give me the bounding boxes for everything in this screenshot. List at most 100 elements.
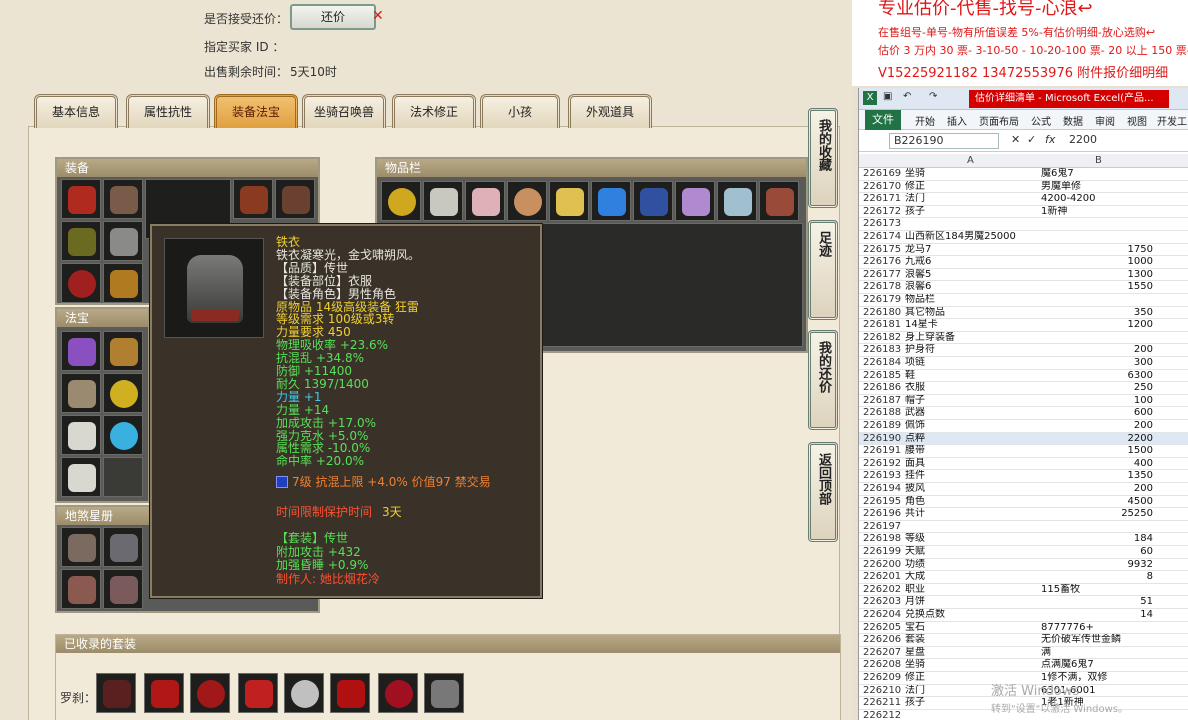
tab-child[interactable]: 小孩 [480,94,560,128]
undo-icon[interactable]: ↶ [903,91,911,102]
cell-a[interactable]: 坐骑 [905,168,1033,180]
cell-a[interactable]: 等级 [905,533,1033,545]
cell-b[interactable]: 184 [1041,533,1153,545]
tab-appearance[interactable]: 外观道具 [568,94,652,128]
tab-basic-info[interactable]: 基本信息 [34,94,118,128]
cell-b[interactable]: 6300 [1041,370,1153,382]
cell-b[interactable]: 1550 [1041,281,1153,293]
ribbon-tab-developer[interactable]: 开发工 [1157,113,1187,128]
cell-a[interactable]: 帽子 [905,395,1033,407]
ribbon-tab-file[interactable]: 文件 [865,110,901,130]
ribbon-tab-insert[interactable]: 插入 [947,113,967,128]
inventory-slot[interactable] [759,181,799,221]
cell-b[interactable]: 1200 [1041,319,1153,331]
suit-item[interactable] [330,673,370,713]
cell-a[interactable]: 披风 [905,483,1033,495]
cell-a[interactable]: 月饼 [905,596,1033,608]
ribbon-tab-formulas[interactable]: 公式 [1031,113,1051,128]
cell-b[interactable]: 250 [1041,382,1153,394]
cell-a[interactable]: 共计 [905,508,1033,520]
haggle-button[interactable]: 还价 [290,4,376,30]
inventory-slot[interactable] [591,181,631,221]
cell-a[interactable]: 浪馨6 [905,281,1033,293]
suit-item[interactable] [284,673,324,713]
function-icon[interactable]: fx [1045,133,1055,146]
tab-mounts[interactable]: 坐骑召唤兽 [302,94,386,128]
footprints-button[interactable]: 足迹 [808,220,838,320]
formula-input[interactable]: 2200 [1069,133,1097,146]
cancel-icon[interactable]: ✕ [1011,133,1020,146]
cell-a[interactable]: 其它物品 [905,307,1033,319]
equip-slot-pendant[interactable] [275,179,315,219]
cell-a[interactable]: 宝石 [905,622,1033,634]
treasure-slot[interactable] [103,373,143,413]
cell-b[interactable]: 无价破军传世金鳞 [1041,634,1153,646]
suit-item[interactable] [144,673,184,713]
cell-b[interactable]: 200 [1041,483,1153,495]
cell-b[interactable]: 200 [1041,420,1153,432]
cell-a[interactable]: 天赋 [905,546,1033,558]
cell-b[interactable]: 600 [1041,407,1153,419]
equip-slot-mask[interactable] [233,179,273,219]
ribbon-tab-home[interactable]: 开始 [915,113,935,128]
tab-spell-correction[interactable]: 法术修正 [392,94,476,128]
cell-b[interactable]: 9932 [1041,559,1153,571]
ribbon-tab-layout[interactable]: 页面布局 [979,113,1019,128]
cell-b[interactable]: 1350 [1041,470,1153,482]
redo-icon[interactable]: ↷ [929,91,937,102]
cell-a[interactable]: 物品栏 [905,294,1033,306]
cell-a[interactable]: 九戒6 [905,256,1033,268]
equip-slot-weapon[interactable] [61,221,101,261]
cell-b[interactable]: 点满魔6鬼7 [1041,659,1153,671]
row-number[interactable]: 226197 [863,521,913,533]
cell-a[interactable]: 鞋 [905,370,1033,382]
my-favorites-button[interactable]: 我的收藏 [808,108,838,208]
equip-slot-cape[interactable] [61,179,101,219]
star-card[interactable] [61,569,101,609]
cell-b[interactable]: 200 [1041,344,1153,356]
ribbon-tab-review[interactable]: 审阅 [1095,113,1115,128]
treasure-slot[interactable] [61,331,101,371]
cell-a[interactable]: 14星卡 [905,319,1033,331]
cell-a[interactable]: 孩子 [905,206,1033,218]
cell-b[interactable]: 300 [1041,357,1153,369]
cell-a[interactable]: 佩饰 [905,420,1033,432]
tab-attributes[interactable]: 属性抗性 [126,94,210,128]
cell-b[interactable]: 350 [1041,307,1153,319]
suit-item[interactable] [190,673,230,713]
cell-b[interactable]: 1300 [1041,269,1153,281]
cell-a[interactable]: 龙马7 [905,244,1033,256]
cell-a[interactable]: 兑换点数 [905,609,1033,621]
inventory-slot[interactable] [675,181,715,221]
treasure-slot[interactable] [103,415,143,455]
inventory-slot[interactable] [549,181,589,221]
cell-b[interactable]: 25250 [1041,508,1153,520]
cell-a[interactable]: 护身符 [905,344,1033,356]
name-box[interactable]: B226190 [889,133,999,149]
ribbon-tab-view[interactable]: 视图 [1127,113,1147,128]
treasure-slot[interactable] [61,457,101,497]
cell-a[interactable]: 修正 [905,181,1033,193]
cell-a[interactable]: 身上穿装备 [905,332,1033,344]
treasure-slot[interactable] [61,373,101,413]
equip-slot-boots[interactable] [103,263,143,303]
cell-b[interactable]: 14 [1041,609,1153,621]
star-card[interactable] [103,527,143,567]
cell-b[interactable]: 2200 [1041,433,1153,445]
inventory-slot[interactable] [423,181,463,221]
cell-a[interactable]: 面具 [905,458,1033,470]
cell-b[interactable]: 4500 [1041,496,1153,508]
inventory-slot[interactable] [381,181,421,221]
star-card[interactable] [61,527,101,567]
treasure-slot[interactable] [103,331,143,371]
ribbon-tab-data[interactable]: 数据 [1063,113,1083,128]
save-icon[interactable]: ▣ [883,91,892,102]
treasure-slot[interactable] [61,415,101,455]
cell-a[interactable]: 浪馨5 [905,269,1033,281]
cell-a[interactable]: 套装 [905,634,1033,646]
tab-equipment[interactable]: 装备法宝 [214,94,298,128]
cell-b[interactable]: 51 [1041,596,1153,608]
row-number[interactable]: 226212 [863,710,913,720]
cell-b[interactable]: 400 [1041,458,1153,470]
cell-a[interactable]: 衣服 [905,382,1033,394]
